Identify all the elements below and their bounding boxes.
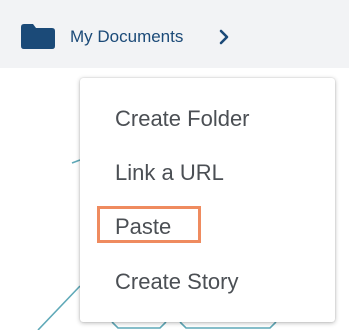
menu-item-label: Create Folder [115, 106, 250, 131]
menu-item-paste[interactable]: Paste [80, 199, 335, 253]
menu-item-create-folder[interactable]: Create Folder [80, 91, 335, 145]
menu-item-label: Paste [115, 214, 172, 239]
context-menu: Create Folder Link a URL Paste Create St… [80, 78, 335, 322]
menu-item-link-a-url[interactable]: Link a URL [80, 145, 335, 199]
menu-item-create-story[interactable]: Create Story [80, 254, 335, 308]
chevron-right-icon[interactable] [218, 29, 230, 45]
menu-item-label: Link a URL [115, 160, 224, 185]
breadcrumb-bar: My Documents [0, 0, 349, 68]
breadcrumb-my-documents[interactable]: My Documents [70, 26, 183, 48]
menu-item-label: Create Story [115, 269, 239, 294]
folder-icon[interactable] [21, 24, 55, 49]
